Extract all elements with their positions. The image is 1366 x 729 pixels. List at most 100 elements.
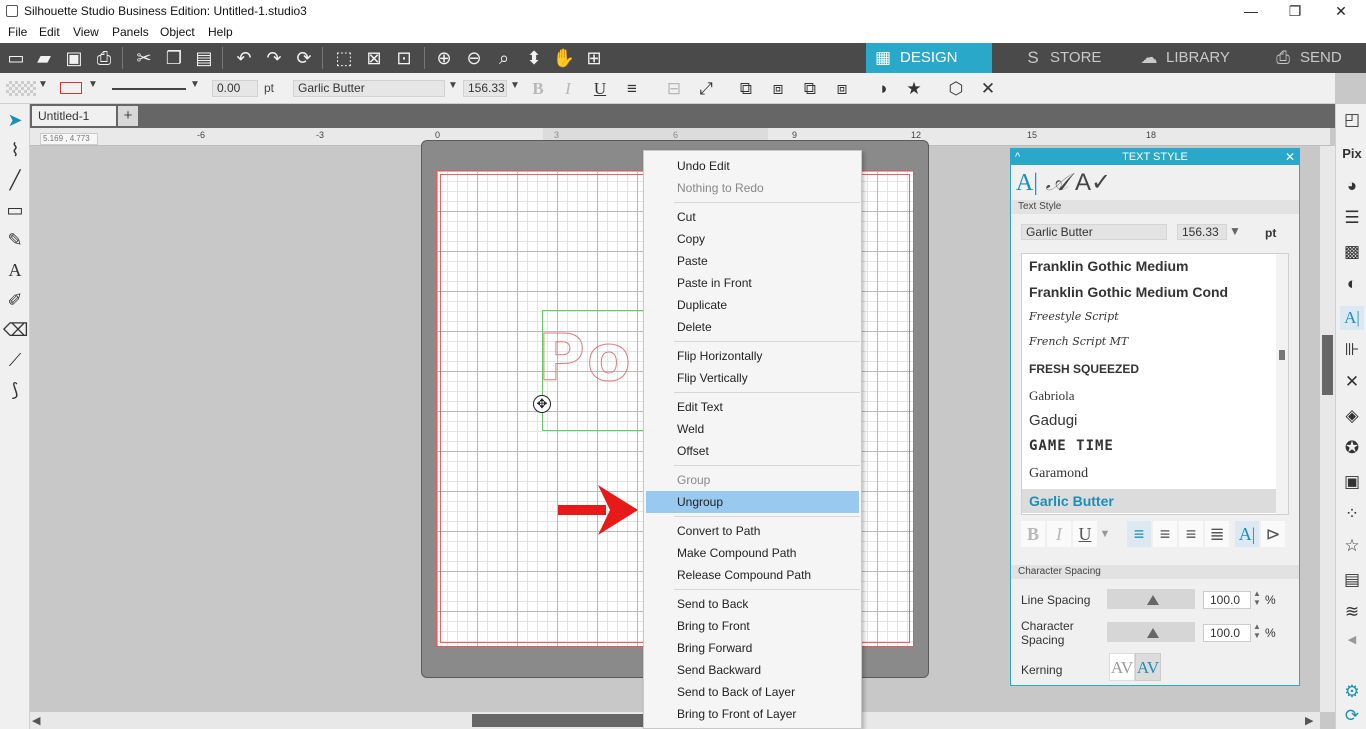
line-spacing-input[interactable]: 100.0 (1203, 591, 1251, 609)
menu-item-weld[interactable]: Weld (644, 418, 861, 440)
menu-item-bring-to-front[interactable]: Bring to Front (644, 615, 861, 637)
cut-icon[interactable]: ✂ (132, 46, 156, 70)
menu-panels[interactable]: Panels (112, 25, 149, 39)
collapse-left-icon[interactable]: ◀ (1340, 628, 1364, 652)
scroll-right-icon[interactable]: ▶ (1305, 714, 1313, 727)
font-item[interactable]: Freestyle Script (1029, 310, 1119, 323)
menu-item-undo-edit[interactable]: Undo Edit (644, 155, 861, 177)
pixscan-icon[interactable]: Pix (1340, 142, 1364, 166)
menu-item-duplicate[interactable]: Duplicate (644, 294, 861, 316)
font-item[interactable]: Gadugi (1029, 412, 1077, 429)
add-tab-button[interactable]: + (118, 106, 138, 126)
italic-icon[interactable]: I (1047, 521, 1071, 547)
transform-panel-icon[interactable]: ✕ (1340, 370, 1364, 394)
fill-panel-icon[interactable]: ◕ (1340, 174, 1364, 198)
text-direction-horizontal-icon[interactable]: A| (1235, 521, 1259, 547)
eyedropper-icon[interactable]: ⟆ (3, 378, 27, 402)
redraw-icon[interactable]: ⟳ (292, 46, 316, 70)
pan-drag-icon[interactable]: ⬍ (522, 46, 546, 70)
text-style-check-icon[interactable]: A✓ (1075, 169, 1111, 197)
bold-icon[interactable]: B (527, 78, 549, 100)
align-right-icon[interactable]: ≡ (1179, 521, 1203, 547)
menu-item-ungroup[interactable]: Ungroup (646, 491, 859, 513)
text-tool-icon[interactable]: A (3, 258, 27, 282)
font-item-selected[interactable]: Garlic Butter (1022, 489, 1276, 513)
font-item[interactable]: FRESH SQUEEZED (1029, 362, 1139, 376)
document-tab[interactable]: Untitled-1 (32, 106, 116, 126)
kerning-off-icon[interactable]: AV (1109, 653, 1135, 681)
menu-item-send-backward[interactable]: Send Backward (644, 659, 861, 681)
menu-item-bring-to-front-of-layer[interactable]: Bring to Front of Layer (644, 703, 861, 725)
font-item[interactable]: French Script MT (1029, 335, 1128, 348)
menu-item-copy[interactable]: Copy (644, 228, 861, 250)
dots-icon[interactable]: ⁘ (1340, 502, 1364, 526)
deselect-icon[interactable]: ⊠ (362, 46, 386, 70)
fill-pattern-icon[interactable]: ▩ (1340, 240, 1364, 264)
sync-icon[interactable]: ⟳ (1340, 704, 1364, 728)
text-style-panel-icon[interactable]: A| (1340, 306, 1364, 330)
align-objects-icon[interactable]: ⊟ (663, 78, 685, 100)
settings-gear-icon[interactable]: ⚙ (1340, 680, 1364, 704)
menu-item-convert-to-path[interactable]: Convert to Path (644, 520, 861, 542)
menu-edit[interactable]: Edit (39, 25, 60, 39)
font-size-input[interactable]: 156.33 (463, 80, 507, 97)
menu-item-send-to-back-of-layer[interactable]: Send to Back of Layer (644, 681, 861, 703)
modify-icon[interactable]: ◗ (873, 78, 895, 100)
draw-tool-icon[interactable]: ✐ (3, 288, 27, 312)
open-icon[interactable]: ▰ (32, 46, 56, 70)
star-icon[interactable]: ★ (903, 78, 925, 100)
chevron-down-icon[interactable]: ▼ (1097, 521, 1113, 547)
eraser-tool-icon[interactable]: ⌫ (3, 318, 28, 342)
vertical-scroll-thumb[interactable] (1322, 335, 1333, 395)
line-width-input[interactable]: 0.00 (212, 80, 258, 97)
restore-button[interactable]: ❐ (1272, 0, 1318, 23)
contrast-icon[interactable]: ◐ (1340, 272, 1364, 296)
close-button[interactable]: ✕ (1318, 0, 1364, 23)
menu-item-delete[interactable]: Delete (644, 316, 861, 338)
menu-item-flip-vertically[interactable]: Flip Vertically (644, 367, 861, 389)
menu-item-make-compound-path[interactable]: Make Compound Path (644, 542, 861, 564)
trace-icon[interactable]: ▣ (1340, 470, 1364, 494)
slider-knob[interactable] (1147, 595, 1159, 605)
redo-icon[interactable]: ↷ (262, 46, 286, 70)
font-item[interactable]: GAME TIME (1029, 438, 1114, 454)
menu-view[interactable]: View (73, 25, 99, 39)
text-direction-path-icon[interactable]: ⊳ (1261, 521, 1285, 547)
chevron-down-icon[interactable]: ▼ (1229, 224, 1241, 238)
font-list-scroll-thumb[interactable] (1279, 350, 1285, 360)
print-icon[interactable]: ⎙ (92, 46, 116, 70)
menu-item-cut[interactable]: Cut (644, 206, 861, 228)
tab-design[interactable]: ▦ DESIGN (866, 43, 992, 73)
font-item[interactable]: Franklin Gothic Medium Cond (1029, 284, 1228, 300)
zoom-select-icon[interactable]: ⌕ (492, 46, 516, 70)
chevron-down-icon[interactable]: ▼ (448, 80, 458, 91)
font-name-input[interactable]: Garlic Butter (293, 80, 445, 97)
page-setup-icon[interactable]: ◰ (1340, 108, 1364, 132)
align-icon[interactable]: ≡ (621, 78, 643, 100)
save-icon[interactable]: ▣ (62, 46, 86, 70)
menu-item-offset[interactable]: Offset (644, 440, 861, 462)
ungroup-icon[interactable]: ⧈ (767, 78, 789, 100)
close-icon[interactable]: ✕ (977, 78, 999, 100)
bold-icon[interactable]: B (1021, 521, 1045, 547)
tab-send[interactable]: ⎙ SEND (1266, 43, 1366, 73)
menu-item-send-to-back[interactable]: Send to Back (644, 593, 861, 615)
layers-icon[interactable]: ▤ (1340, 568, 1364, 592)
font-item[interactable]: Franklin Gothic Medium (1029, 258, 1188, 274)
align-center-icon[interactable]: ≡ (1153, 521, 1177, 547)
edit-points-icon[interactable]: ⊡ (392, 46, 416, 70)
menu-object[interactable]: Object (160, 25, 195, 39)
align-left-icon[interactable]: ≡ (1127, 521, 1151, 547)
align-panel-icon[interactable]: ⊪ (1340, 338, 1364, 362)
offset-icon[interactable]: ✪ (1340, 436, 1364, 460)
tab-store[interactable]: S STORE (1016, 43, 1126, 73)
font-item[interactable]: Garamond (1029, 466, 1088, 482)
knife-tool-icon[interactable]: ⟋ (3, 348, 27, 372)
pencil-tool-icon[interactable]: ✎ (3, 228, 27, 252)
new-icon[interactable]: ▭ (4, 46, 28, 70)
font-list-scrollbar[interactable] (1276, 254, 1288, 514)
vertical-scrollbar[interactable] (1320, 146, 1335, 712)
fit-page-icon[interactable]: ⊞ (582, 46, 606, 70)
sketch-icon[interactable]: ≋ (1340, 600, 1364, 624)
select-all-icon[interactable]: ⬚ (332, 46, 356, 70)
